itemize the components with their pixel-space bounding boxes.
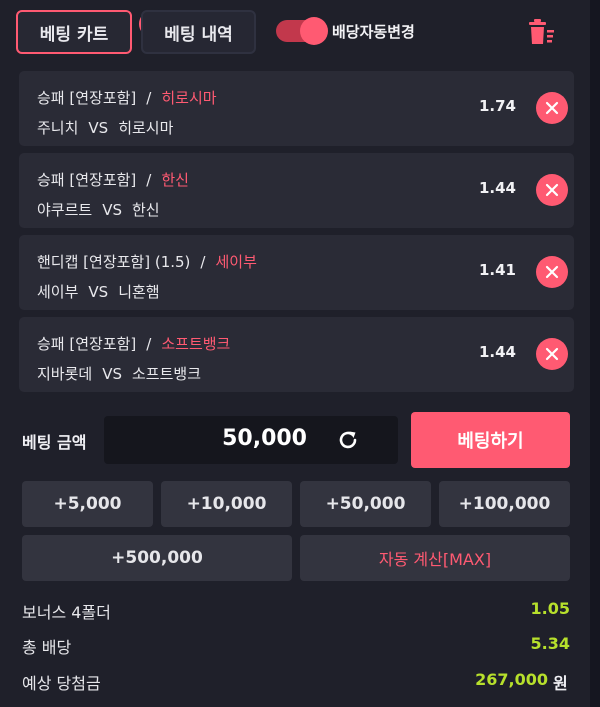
tab-bet-history[interactable]: 베팅 내역 bbox=[141, 10, 256, 54]
bet-match-line: 야쿠르트 VS 한신 bbox=[37, 199, 160, 220]
bet-home-team: 세이부 bbox=[37, 283, 79, 301]
bet-market: 핸디캡 [연장포함] (1.5) bbox=[37, 253, 191, 271]
close-icon bbox=[545, 183, 559, 197]
bet-home-team: 야쿠르트 bbox=[37, 201, 93, 219]
bet-away-team: 니혼햄 bbox=[118, 283, 160, 301]
separator: / bbox=[146, 89, 152, 107]
bet-market-line: 승패 [연장포함] / 한신 bbox=[37, 169, 189, 190]
bet-market: 승패 [연장포함] bbox=[37, 171, 137, 189]
bet-market-line: 승패 [연장포함] / 히로시마 bbox=[37, 87, 217, 108]
bet-market-line: 승패 [연장포함] / 소프트뱅크 bbox=[37, 333, 230, 354]
scroll-gutter bbox=[590, 0, 600, 707]
currency-unit: 원 bbox=[553, 674, 568, 693]
betslip-header: 베팅 카트 4 베팅 내역 배당자동변경 bbox=[0, 0, 590, 66]
vs-label: VS bbox=[102, 365, 122, 383]
bet-amount-input[interactable]: 50,000 bbox=[104, 416, 398, 464]
bet-odds: 1.44 bbox=[478, 179, 516, 197]
bet-list: 승패 [연장포함] / 히로시마 주니치 VS 히로시마 1.74 승패 [연장포함] /… bbox=[0, 66, 590, 396]
remove-bet-button[interactable] bbox=[536, 92, 568, 124]
remove-bet-button[interactable] bbox=[536, 174, 568, 206]
betslip-panel: 베팅 카트 4 베팅 내역 배당자동변경 승패 [연장포함] / 히로시마 bbox=[0, 0, 590, 707]
auto-odds-toggle[interactable] bbox=[276, 17, 328, 45]
bet-match-line: 주니치 VS 히로시마 bbox=[37, 117, 173, 138]
tab-bet-cart[interactable]: 베팅 카트 4 bbox=[16, 8, 168, 54]
trash-icon[interactable] bbox=[526, 18, 556, 48]
bet-card: 핸디캡 [연장포함] (1.5) / 세이부 세이부 VS 니혼햄 1.41 bbox=[19, 235, 574, 310]
bet-home-team: 주니치 bbox=[37, 119, 79, 137]
remove-bet-button[interactable] bbox=[536, 338, 568, 370]
bet-card: 승패 [연장포함] / 한신 야쿠르트 VS 한신 1.44 bbox=[19, 153, 574, 228]
bet-pick: 히로시마 bbox=[161, 89, 217, 107]
remove-bet-button[interactable] bbox=[536, 256, 568, 288]
separator: / bbox=[200, 253, 206, 271]
toggle-knob bbox=[300, 17, 328, 45]
bet-pick: 세이부 bbox=[215, 253, 257, 271]
close-icon bbox=[545, 347, 559, 361]
tab-bet-history-label: 베팅 내역 bbox=[164, 24, 233, 45]
bet-amount-label: 베팅 금액 bbox=[22, 433, 87, 452]
total-odds-label: 총 배당 bbox=[22, 638, 72, 657]
separator: / bbox=[146, 171, 152, 189]
bonus-label: 보너스 4폴더 bbox=[22, 603, 111, 622]
bet-market: 승패 [연장포함] bbox=[37, 89, 137, 107]
expected-win-value: 267,000 bbox=[475, 670, 548, 689]
separator: / bbox=[146, 335, 152, 353]
close-icon bbox=[545, 265, 559, 279]
quick-add-5000-button[interactable]: +5,000 bbox=[22, 481, 153, 527]
quick-add-10000-button[interactable]: +10,000 bbox=[161, 481, 292, 527]
total-odds-value: 5.34 bbox=[530, 634, 570, 653]
expected-win-label: 예상 당첨금 bbox=[22, 674, 101, 693]
quick-add-50000-button[interactable]: +50,000 bbox=[300, 481, 431, 527]
place-bet-label: 베팅하기 bbox=[457, 431, 524, 452]
quick-add-500000-button[interactable]: +500,000 bbox=[22, 535, 292, 581]
vs-label: VS bbox=[102, 201, 122, 219]
bet-market-line: 핸디캡 [연장포함] (1.5) / 세이부 bbox=[37, 251, 257, 272]
bet-match-line: 지바롯데 VS 소프트뱅크 bbox=[37, 363, 201, 384]
bet-home-team: 지바롯데 bbox=[37, 365, 93, 383]
bet-pick: 한신 bbox=[161, 171, 189, 189]
refresh-icon[interactable] bbox=[336, 428, 360, 452]
bet-away-team: 히로시마 bbox=[118, 119, 174, 137]
bet-odds: 1.44 bbox=[478, 343, 516, 361]
bet-market: 승패 [연장포함] bbox=[37, 335, 137, 353]
bet-match-line: 세이부 VS 니혼햄 bbox=[37, 281, 160, 302]
bet-away-team: 소프트뱅크 bbox=[132, 365, 202, 383]
bet-away-team: 한신 bbox=[132, 201, 160, 219]
bet-pick: 소프트뱅크 bbox=[161, 335, 231, 353]
quick-add-100000-button[interactable]: +100,000 bbox=[439, 481, 570, 527]
bonus-value: 1.05 bbox=[530, 599, 570, 618]
place-bet-button[interactable]: 베팅하기 bbox=[411, 412, 570, 468]
close-icon bbox=[545, 101, 559, 115]
bet-amount-value: 50,000 bbox=[222, 426, 307, 451]
vs-label: VS bbox=[88, 119, 109, 137]
bet-card: 승패 [연장포함] / 소프트뱅크 지바롯데 VS 소프트뱅크 1.44 bbox=[19, 317, 574, 392]
bet-odds: 1.74 bbox=[478, 97, 516, 115]
bet-card: 승패 [연장포함] / 히로시마 주니치 VS 히로시마 1.74 bbox=[19, 71, 574, 146]
vs-label: VS bbox=[88, 283, 109, 301]
auto-odds-label: 배당자동변경 bbox=[332, 23, 415, 41]
bet-odds: 1.41 bbox=[478, 261, 516, 279]
tab-bet-cart-label: 베팅 카트 bbox=[39, 24, 109, 45]
auto-calc-max-button[interactable]: 자동 계산[MAX] bbox=[300, 535, 570, 581]
